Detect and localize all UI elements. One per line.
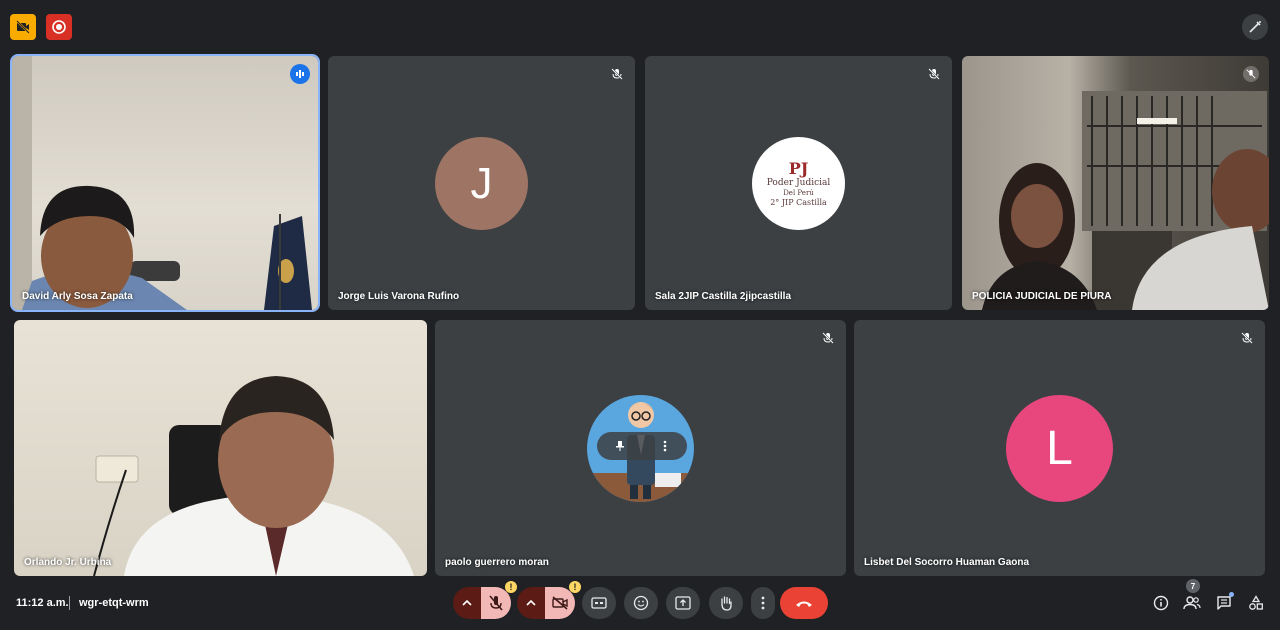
new-message-dot [1229,592,1234,597]
meeting-code: wgr-etqt-wrm [79,597,149,609]
camera-toggle-button[interactable]: ! [545,581,581,619]
camera-feed-policia [982,91,1269,310]
audio-options-button[interactable] [453,587,481,619]
raise-hand-button[interactable] [709,587,743,619]
participant-name: Lisbet Del Socorro Huaman Gaona [864,557,1030,568]
muted-icon [1243,66,1259,82]
muted-icon [609,66,625,82]
avatar: J [435,137,528,230]
muted-icon [820,330,836,346]
muted-icon [1239,330,1255,346]
end-call-icon [796,601,812,607]
participant-tile-orlando[interactable]: Orlando Jr. Urbina [14,320,427,576]
pin-icon[interactable] [612,438,628,454]
muted-icon [926,66,942,82]
participant-tile-lisbet[interactable]: L Lisbet Del Socorro Huaman Gaona [854,320,1265,576]
camera-feed-david [12,56,312,310]
activities-icon [1249,595,1263,610]
bottom-control-bar: 11:12 a.m. wgr-etqt-wrm ! ! 7 [0,576,1280,630]
recording-icon[interactable] [46,14,72,40]
mic-off-icon [489,595,503,611]
more-options-button[interactable] [751,587,775,619]
leave-call-button[interactable] [780,587,828,619]
participant-tile-david[interactable]: David Arly Sosa Zapata [10,54,320,312]
meeting-details-button[interactable] [1150,592,1172,614]
camera-off-icon [552,596,568,610]
camera-feed-orlando [93,376,414,576]
participant-tile-sala[interactable]: PJ Poder Judicial Del Perú 2° JIP Castil… [645,56,952,310]
microphone-toggle-button[interactable]: ! [481,581,517,619]
hand-icon [721,596,732,611]
captions-button[interactable] [582,587,616,619]
participant-name: David Arly Sosa Zapata [22,291,133,302]
edit-layout-icon[interactable] [1242,14,1268,40]
people-button[interactable]: 7 [1181,579,1203,614]
logo-mark: PJ [788,158,809,178]
participant-name: paolo guerrero moran [445,557,549,568]
tile-hover-controls [597,432,687,460]
chat-button[interactable] [1213,592,1235,614]
warning-icon: ! [569,581,581,593]
info-icon [1153,595,1169,611]
present-screen-button[interactable] [666,587,700,619]
closed-captions-icon [591,597,607,609]
top-indicators [10,14,72,40]
logo-subtext: Del Perú [783,188,814,197]
clock-time: 11:12 a.m. [16,597,69,609]
people-icon [1183,596,1201,610]
poder-judicial-logo: PJ Poder Judicial Del Perú 2° JIP Castil… [752,137,845,230]
participant-count-badge: 7 [1186,579,1200,593]
participant-tile-policia[interactable]: POLICIA JUDICIAL DE PIURA [962,56,1269,310]
speaking-indicator-icon [290,64,310,84]
participant-name: Jorge Luis Varona Rufino [338,291,460,302]
participant-name: Orlando Jr. Urbina [24,557,112,568]
avatar: L [1006,395,1113,502]
chevron-up-icon [526,599,536,606]
divider [69,596,70,610]
activities-button[interactable] [1245,592,1267,614]
participant-name: POLICIA JUDICIAL DE PIURA [972,291,1112,302]
more-options-icon[interactable] [657,438,673,454]
warning-icon: ! [505,581,517,593]
participant-tile-paolo[interactable]: paolo guerrero moran [435,320,846,576]
logo-text: Poder Judicial [766,177,831,188]
video-options-button[interactable] [517,587,545,619]
chevron-up-icon [462,599,472,606]
recording-notice-icon[interactable] [10,14,36,40]
participant-name: Sala 2JIP Castilla 2jipcastilla [655,291,792,302]
participant-tile-jorge[interactable]: J Jorge Luis Varona Rufino [328,56,635,310]
chat-icon [1217,596,1231,610]
emoji-icon [633,595,649,611]
reactions-button[interactable] [624,587,658,619]
present-icon [675,596,691,610]
more-vert-icon [761,596,765,610]
logo-court: 2° JIP Castilla [770,197,827,207]
